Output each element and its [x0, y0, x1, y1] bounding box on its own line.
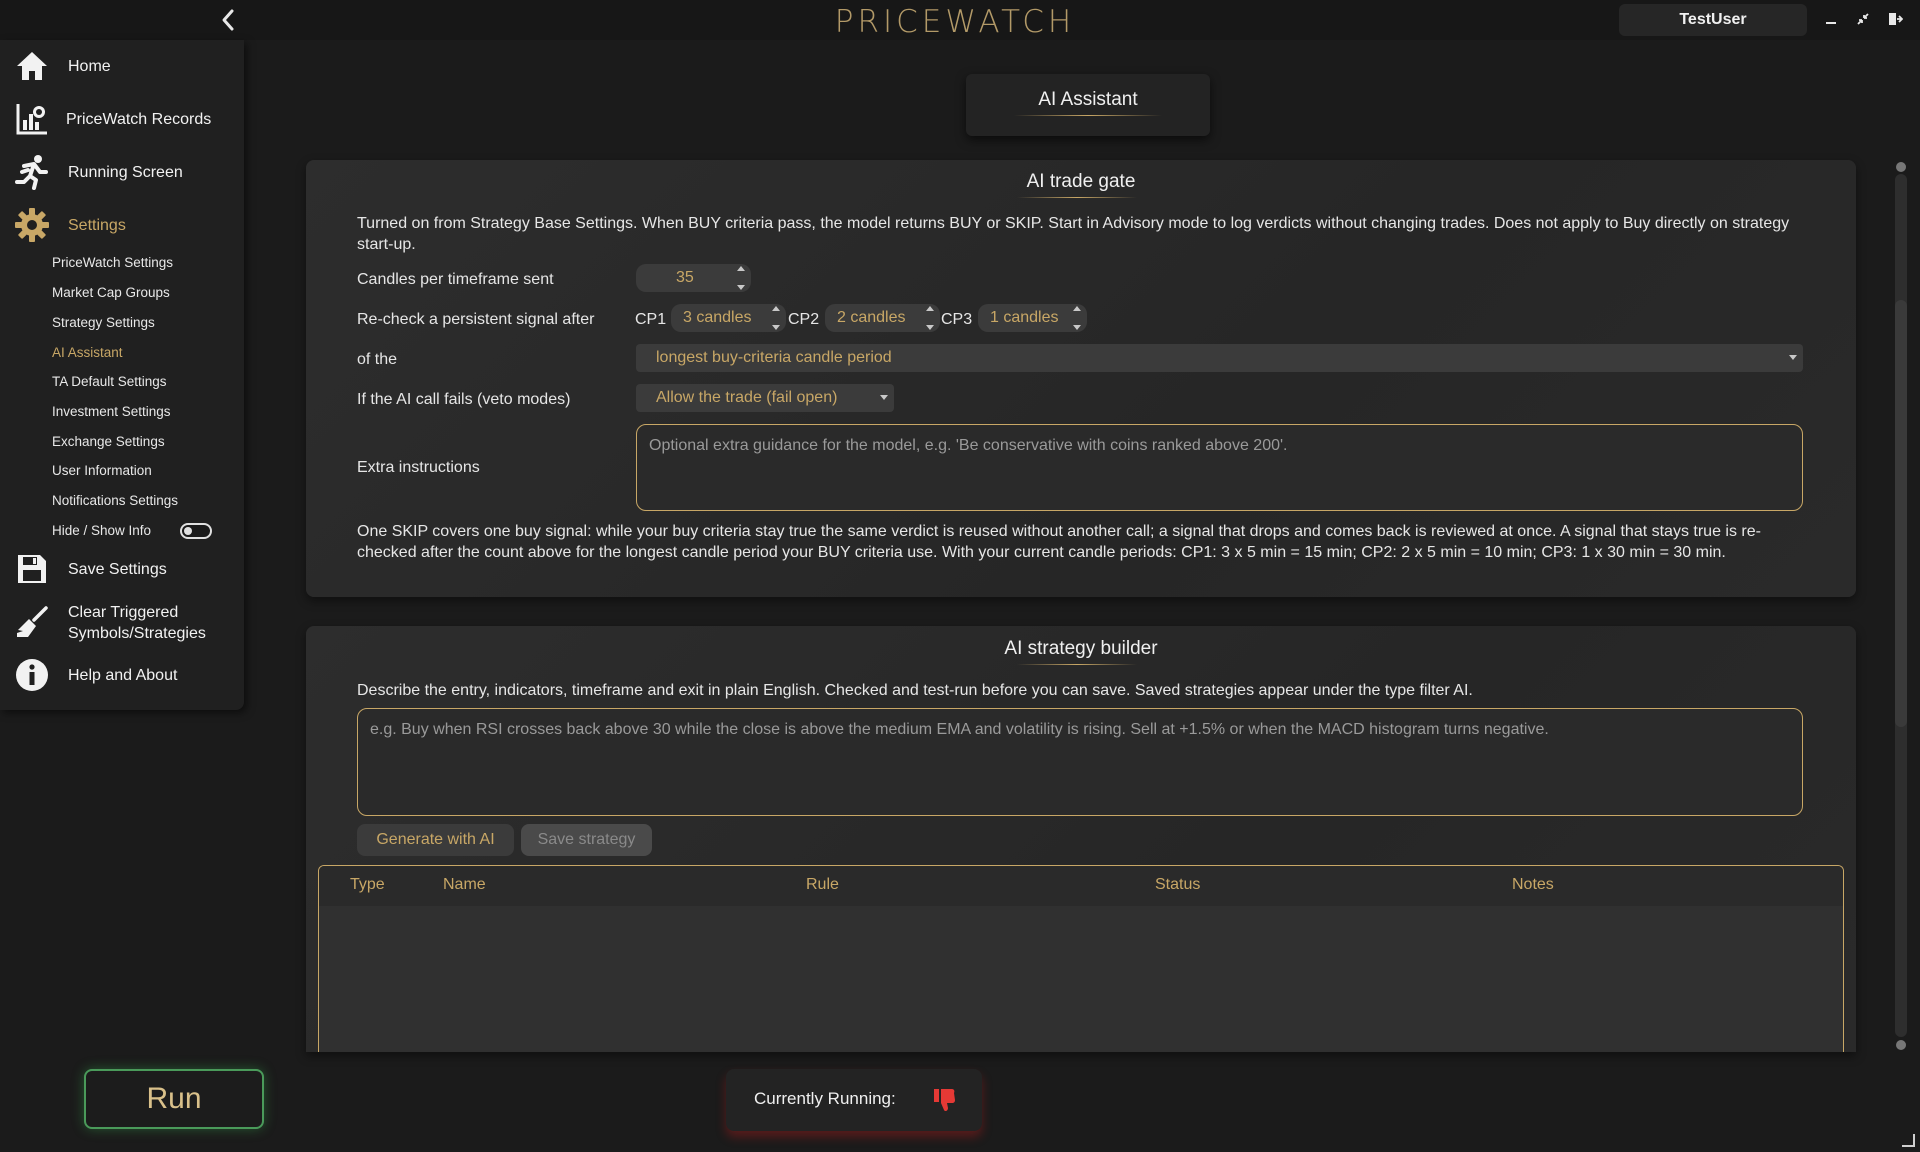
- trade-gate-title: AI trade gate: [1026, 171, 1136, 192]
- sidebar-sub-ta-default-settings[interactable]: TA Default Settings: [52, 374, 167, 389]
- scroll-up-arrow[interactable]: [1896, 162, 1906, 172]
- extra-instructions-label: Extra instructions: [357, 459, 480, 476]
- chevron-down-icon: [1789, 355, 1797, 360]
- candles-value: 35: [676, 269, 694, 286]
- cp1-value: 3 candles: [683, 309, 752, 326]
- minimize-icon: [1826, 22, 1836, 24]
- sidebar-sub-investment-settings[interactable]: Investment Settings: [52, 404, 171, 419]
- column-header-name[interactable]: Name: [443, 876, 486, 894]
- running-icon: [12, 152, 52, 192]
- hide-show-info-label: Hide / Show Info: [52, 523, 152, 538]
- cp2-spinbox[interactable]: 2 candles: [825, 304, 940, 332]
- fail-mode-select[interactable]: Allow the trade (fail open): [636, 384, 894, 412]
- trade-gate-title-underline: [1017, 197, 1137, 198]
- broom-icon: [12, 603, 52, 643]
- candles-spinbox[interactable]: 35: [636, 264, 751, 292]
- spin-arrows-icon[interactable]: [735, 266, 747, 290]
- generate-with-ai-button[interactable]: Generate with AI: [357, 824, 514, 856]
- cp3-label: CP3: [941, 311, 973, 328]
- sidebar-item-help-about[interactable]: Help and About: [0, 655, 244, 695]
- page-title-underline: [1014, 115, 1162, 116]
- strategy-builder-title: AI strategy builder: [1004, 638, 1158, 659]
- strategy-description-input[interactable]: e.g. Buy when RSI crosses back above 30 …: [357, 708, 1803, 816]
- fail-mode-label: If the AI call fails (veto modes): [357, 391, 571, 408]
- sidebar-item-label: Running Screen: [68, 163, 183, 181]
- sidebar-item-home[interactable]: Home: [0, 46, 244, 86]
- spin-arrows-icon[interactable]: [924, 306, 936, 330]
- trade-gate-note: One SKIP covers one buy signal: while yo…: [357, 523, 1761, 561]
- sidebar-item-clear-triggered[interactable]: Clear Triggered Symbols/Strategies: [0, 602, 244, 644]
- sidebar-sub-user-information[interactable]: User Information: [52, 463, 152, 478]
- user-badge[interactable]: TestUser: [1619, 4, 1807, 36]
- hide-show-info-toggle[interactable]: [180, 523, 212, 539]
- sidebar-item-running-screen[interactable]: Running Screen: [0, 152, 244, 192]
- sidebar-item-label: PriceWatch Records: [66, 110, 212, 128]
- spin-arrows-icon[interactable]: [1071, 306, 1083, 330]
- fail-mode-value: Allow the trade (fail open): [656, 389, 838, 406]
- title-bar: PRICEWATCH TestUser: [0, 0, 1920, 40]
- thumbs-down-icon: [934, 1089, 955, 1112]
- candles-label: Candles per timeframe sent: [357, 271, 554, 288]
- sidebar-sub-exchange-settings[interactable]: Exchange Settings: [52, 434, 165, 449]
- candle-period-select[interactable]: longest buy-criteria candle period: [636, 344, 1803, 372]
- sidebar-item-label: Clear Triggered Symbols/Strategies: [68, 604, 206, 642]
- cp2-value: 2 candles: [837, 309, 906, 326]
- sidebar-item-records[interactable]: PriceWatch Records: [0, 99, 244, 139]
- page-title: AI Assistant: [1038, 89, 1138, 110]
- records-icon: [12, 99, 52, 139]
- page-title-box: AI Assistant: [966, 74, 1210, 136]
- resize-grip-icon[interactable]: [1900, 1132, 1916, 1148]
- column-header-rule[interactable]: Rule: [806, 876, 839, 894]
- chevron-down-icon: [880, 395, 888, 400]
- scroll-down-arrow[interactable]: [1896, 1040, 1906, 1050]
- run-button[interactable]: Run: [84, 1069, 264, 1129]
- sidebar-sub-pricewatch-settings[interactable]: PriceWatch Settings: [52, 255, 173, 270]
- exit-icon: [1889, 13, 1903, 25]
- column-header-status[interactable]: Status: [1155, 876, 1200, 894]
- exit-button[interactable]: [1884, 8, 1906, 30]
- main-scrollbar[interactable]: [1893, 160, 1909, 1052]
- cp3-value: 1 candles: [990, 309, 1059, 326]
- sidebar-sub-notifications-settings[interactable]: Notifications Settings: [52, 493, 178, 508]
- sidebar: Home PriceWatch Records Running Screen S…: [0, 40, 244, 710]
- candle-period-value: longest buy-criteria candle period: [656, 349, 892, 366]
- info-icon: [12, 655, 52, 695]
- home-icon: [12, 46, 52, 86]
- sidebar-sub-strategy-settings[interactable]: Strategy Settings: [52, 315, 155, 330]
- cp3-spinbox[interactable]: 1 candles: [978, 304, 1087, 332]
- currently-running-label: Currently Running:: [754, 1089, 896, 1108]
- cp1-label: CP1: [635, 311, 667, 328]
- sidebar-item-save-settings[interactable]: Save Settings: [0, 549, 244, 589]
- strategy-builder-title-underline: [1017, 664, 1137, 665]
- sidebar-item-label: Save Settings: [68, 560, 167, 578]
- extra-instructions-input[interactable]: Optional extra guidance for the model, e…: [636, 424, 1803, 511]
- sidebar-sub-ai-assistant[interactable]: AI Assistant: [52, 345, 123, 360]
- currently-running-panel: Currently Running:: [726, 1069, 982, 1131]
- scroll-thumb[interactable]: [1895, 300, 1907, 727]
- table-header: Type Name Rule Status Notes: [319, 866, 1843, 906]
- of-the-label: of the: [357, 351, 398, 368]
- minimize-button[interactable]: [1820, 8, 1842, 30]
- sidebar-item-label: Home: [68, 57, 111, 75]
- save-icon: [12, 549, 52, 589]
- strategy-builder-description: Describe the entry, indicators, timefram…: [357, 682, 1473, 699]
- save-strategy-button[interactable]: Save strategy: [521, 824, 652, 856]
- spin-arrows-icon[interactable]: [770, 306, 782, 330]
- cp2-label: CP2: [788, 311, 820, 328]
- sidebar-item-label: Help and About: [68, 666, 178, 684]
- cp1-spinbox[interactable]: 3 candles: [671, 304, 786, 332]
- sidebar-sub-market-cap-groups[interactable]: Market Cap Groups: [52, 285, 170, 300]
- column-header-type[interactable]: Type: [350, 876, 385, 894]
- column-header-notes[interactable]: Notes: [1512, 876, 1554, 894]
- ai-trade-gate-card: AI trade gate Turned on from Strategy Ba…: [306, 160, 1856, 597]
- recheck-label: Re-check a persistent signal after: [357, 311, 595, 328]
- gear-icon: [12, 205, 52, 245]
- trade-gate-description: Turned on from Strategy Base Settings. W…: [357, 215, 1790, 253]
- strategies-table: Type Name Rule Status Notes: [318, 865, 1844, 1052]
- restore-button[interactable]: [1852, 8, 1874, 30]
- sidebar-item-label: Settings: [68, 216, 126, 234]
- restore-icon: [1857, 13, 1869, 25]
- sidebar-item-settings[interactable]: Settings: [0, 205, 244, 245]
